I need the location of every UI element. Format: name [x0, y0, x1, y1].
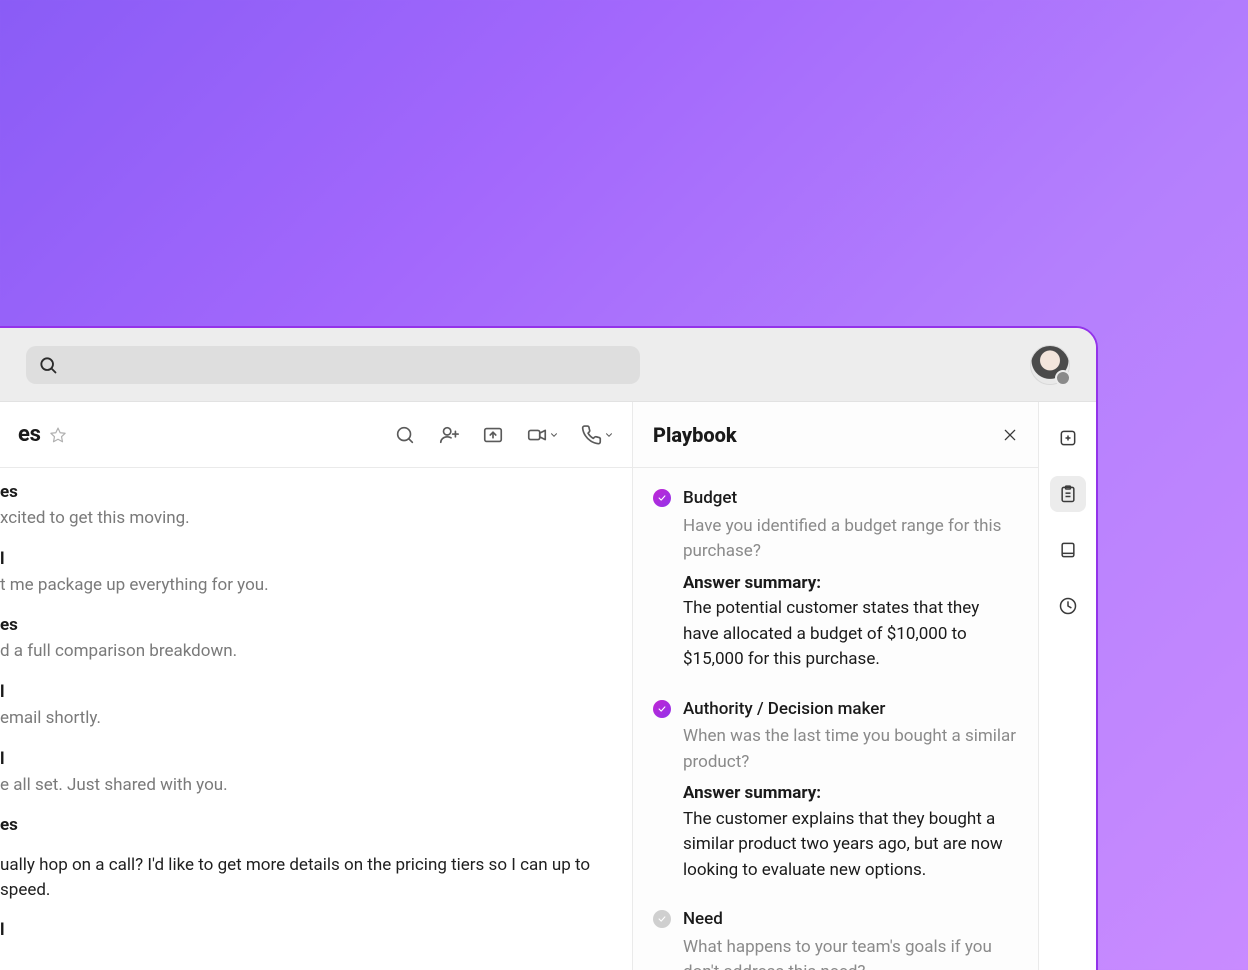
chat-message: l e all set. Just shared with you. [0, 749, 614, 798]
check-circle-icon [653, 489, 671, 507]
chat-message-text: e all set. Just shared with you. [0, 773, 614, 798]
rail-history-button[interactable] [1050, 588, 1086, 624]
playbook-item: BudgetHave you identified a budget range… [653, 486, 1018, 673]
playbook-item-question: Have you identified a budget range for t… [683, 514, 1018, 565]
app-window: es esxcited to get [0, 326, 1098, 970]
playbook-title: Playbook [653, 423, 737, 447]
playbook-item: Authority / Decision makerWhen was the l… [653, 697, 1018, 884]
video-call-button[interactable] [526, 424, 559, 446]
playbook-item-content: Authority / Decision makerWhen was the l… [683, 697, 1018, 884]
header-actions [394, 424, 614, 446]
check-circle-icon [653, 700, 671, 718]
playbook-item: NeedWhat happens to your team's goals if… [653, 907, 1018, 970]
search-in-conversation-icon[interactable] [394, 424, 416, 446]
add-person-icon[interactable] [438, 424, 460, 446]
chat-area: es xcited to get this moving. l t me packag… [0, 468, 632, 970]
playbook-answer-text: The customer explains that they bought a… [683, 807, 1018, 884]
playbook-answer-text: The potential customer states that they … [683, 596, 1018, 673]
circle-icon [653, 910, 671, 928]
chat-message: ually hop on a call? I'd like to get mor… [0, 853, 614, 902]
avatar[interactable] [1030, 345, 1070, 385]
rail-add-note-button[interactable] [1050, 420, 1086, 456]
main-column: es esxcited to get [0, 402, 632, 970]
chat-message-text: t me package up everything for you. [0, 573, 614, 598]
conversation-header: es [0, 402, 632, 468]
chat-message-text: d a full comparison breakdown. [0, 639, 614, 664]
search-input[interactable] [26, 346, 640, 384]
chat-message-author: es [0, 615, 614, 635]
chat-message: es [0, 815, 614, 835]
playbook-item-content: NeedWhat happens to your team's goals if… [683, 907, 1018, 970]
chevron-down-icon [549, 430, 559, 440]
chat-message-text: email shortly. [0, 706, 614, 731]
chat-message-author: l [0, 920, 614, 940]
chat-message: l t me package up everything for you. [0, 549, 614, 598]
chat-message: l [0, 920, 614, 940]
playbook-answer-label: Answer summary: [683, 571, 1018, 597]
playbook-item-title: Need [683, 907, 1018, 933]
playbook-body: BudgetHave you identified a budget range… [633, 468, 1038, 970]
chat-message: es xcited to get this moving. [0, 482, 614, 531]
right-rail [1038, 402, 1096, 970]
chevron-down-icon [604, 430, 614, 440]
playbook-panel: Playbook BudgetHave you identified a bud… [632, 402, 1038, 970]
chat-message-author: es [0, 815, 614, 835]
playbook-item-title: Budget [683, 486, 1018, 512]
share-screen-icon[interactable] [482, 424, 504, 446]
chat-message-author: l [0, 749, 614, 769]
phone-call-button[interactable] [581, 424, 614, 446]
playbook-answer-label: Answer summary: [683, 781, 1018, 807]
rail-playbook-button[interactable] [1050, 476, 1086, 512]
playbook-item-question: What happens to your team's goals if you… [683, 935, 1018, 970]
chat-message-author: es [0, 482, 614, 502]
chat-message-text: xcited to get this moving. [0, 506, 614, 531]
chat-message: es d a full comparison breakdown. [0, 615, 614, 664]
playbook-item-content: BudgetHave you identified a budget range… [683, 486, 1018, 673]
chat-message-text: ually hop on a call? I'd like to get mor… [0, 853, 614, 902]
close-icon[interactable] [1002, 427, 1018, 443]
topbar [0, 328, 1096, 402]
chat-message-author: l [0, 682, 614, 702]
playbook-header: Playbook [633, 402, 1038, 468]
rail-notes-button[interactable] [1050, 532, 1086, 568]
star-icon[interactable] [49, 426, 67, 444]
playbook-item-question: When was the last time you bought a simi… [683, 724, 1018, 775]
playbook-item-title: Authority / Decision maker [683, 697, 1018, 723]
chat-message: l email shortly. [0, 682, 614, 731]
chat-message-author: l [0, 549, 614, 569]
conversation-title: es [18, 422, 41, 447]
search-icon [38, 355, 58, 375]
